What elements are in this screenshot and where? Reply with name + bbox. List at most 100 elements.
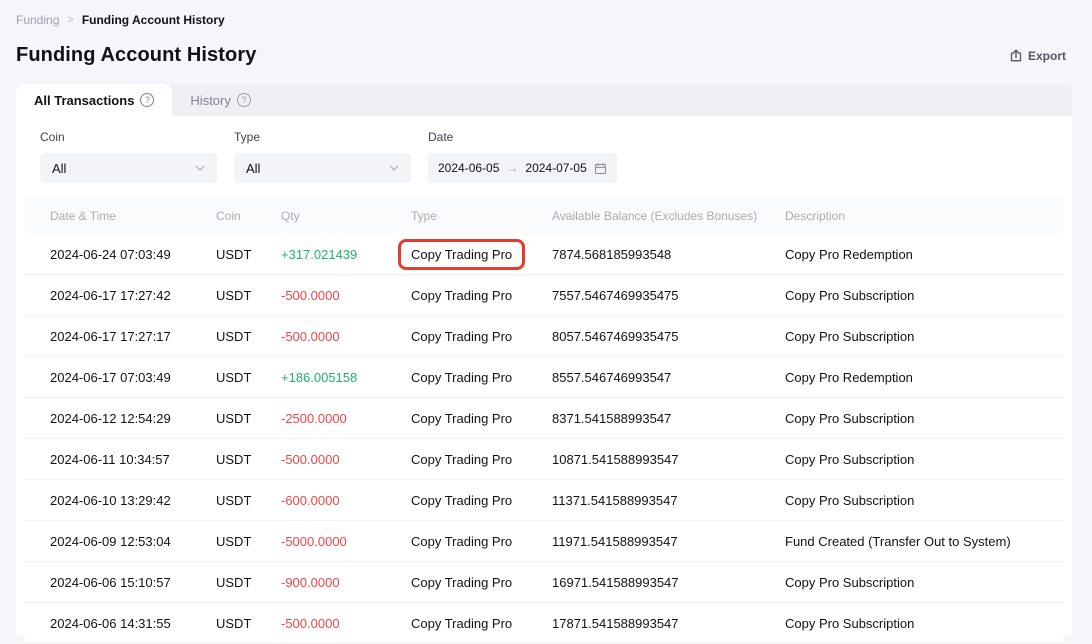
arrow-right-icon: → xyxy=(506,161,518,175)
cell-datetime: 2024-06-17 07:03:49 xyxy=(50,370,216,385)
breadcrumb-funding-link[interactable]: Funding xyxy=(16,13,59,27)
cell-qty: -600.0000 xyxy=(281,493,411,508)
cell-type: Copy Trading Pro xyxy=(411,370,552,385)
cell-description: Copy Pro Redemption xyxy=(785,247,1064,262)
cell-description: Copy Pro Subscription xyxy=(785,452,1064,467)
transactions-table: Date & TimeCoinQtyTypeAvailable Balance … xyxy=(24,197,1064,644)
cell-qty: -500.0000 xyxy=(281,288,411,303)
table-row: 2024-06-06 15:10:57 USDT -900.0000 Copy … xyxy=(24,562,1064,603)
table-row: 2024-06-17 17:27:42 USDT -500.0000 Copy … xyxy=(24,275,1064,316)
cell-qty: -500.0000 xyxy=(281,452,411,467)
cell-type: Copy Trading Pro xyxy=(411,616,552,631)
coin-select[interactable]: All xyxy=(40,153,217,183)
cell-datetime: 2024-06-24 07:03:49 xyxy=(50,247,216,262)
date-start-value: 2024-06-05 xyxy=(438,161,499,175)
table-row: 2024-06-24 07:03:49 USDT +317.021439 Cop… xyxy=(24,234,1064,275)
cell-balance: 8557.546746993547 xyxy=(552,370,785,385)
type-value: Copy Trading Pro xyxy=(411,329,512,344)
cell-coin: USDT xyxy=(216,575,281,590)
table-header-row: Date & TimeCoinQtyTypeAvailable Balance … xyxy=(24,197,1064,234)
tab-history[interactable]: History xyxy=(172,84,268,116)
cell-description: Copy Pro Redemption xyxy=(785,370,1064,385)
type-value: Copy Trading Pro xyxy=(411,288,512,303)
content-card: All Transactions History Coin All Type xyxy=(16,84,1072,635)
export-label: Export xyxy=(1028,49,1066,63)
cell-balance: 11971.541588993547 xyxy=(552,534,785,549)
cell-balance: 11371.541588993547 xyxy=(552,493,785,508)
coin-filter-label: Coin xyxy=(40,130,217,144)
date-end-value: 2024-07-05 xyxy=(525,161,586,175)
cell-type: Copy Trading Pro xyxy=(411,239,552,270)
cell-balance: 7874.568185993548 xyxy=(552,247,785,262)
cell-type: Copy Trading Pro xyxy=(411,329,552,344)
cell-qty: -2500.0000 xyxy=(281,411,411,426)
cell-qty: +317.021439 xyxy=(281,247,411,262)
help-icon[interactable] xyxy=(140,93,154,107)
card-body: Coin All Type All Date xyxy=(16,116,1072,635)
column-header: Description xyxy=(785,209,1064,223)
type-select-value: All xyxy=(246,161,260,176)
cell-type: Copy Trading Pro xyxy=(411,411,552,426)
filters-row: Coin All Type All Date xyxy=(16,116,1072,183)
type-value: Copy Trading Pro xyxy=(411,575,512,590)
tab-bar: All Transactions History xyxy=(16,84,1072,116)
type-value: Copy Trading Pro xyxy=(411,411,512,426)
type-filter-label: Type xyxy=(234,130,411,144)
help-icon[interactable] xyxy=(237,93,251,107)
cell-description: Copy Pro Subscription xyxy=(785,616,1064,631)
cell-datetime: 2024-06-17 17:27:17 xyxy=(50,329,216,344)
table-row: 2024-06-09 12:53:04 USDT -5000.0000 Copy… xyxy=(24,521,1064,562)
cell-datetime: 2024-06-12 12:54:29 xyxy=(50,411,216,426)
cell-balance: 16971.541588993547 xyxy=(552,575,785,590)
page-title: Funding Account History xyxy=(16,44,256,67)
cell-qty: -900.0000 xyxy=(281,575,411,590)
cell-coin: USDT xyxy=(216,616,281,631)
column-header: Qty xyxy=(281,209,411,223)
date-filter-label: Date xyxy=(428,130,617,144)
type-select[interactable]: All xyxy=(234,153,411,183)
cell-balance: 8057.5467469935475 xyxy=(552,329,785,344)
table-row: 2024-06-17 17:27:17 USDT -500.0000 Copy … xyxy=(24,316,1064,357)
cell-type: Copy Trading Pro xyxy=(411,288,552,303)
cell-coin: USDT xyxy=(216,452,281,467)
type-value: Copy Trading Pro xyxy=(411,616,512,631)
cell-balance: 7557.5467469935475 xyxy=(552,288,785,303)
cell-coin: USDT xyxy=(216,493,281,508)
calendar-icon xyxy=(594,162,607,175)
type-value-highlight-box: Copy Trading Pro xyxy=(398,239,525,270)
cell-datetime: 2024-06-06 14:31:55 xyxy=(50,616,216,631)
cell-description: Fund Created (Transfer Out to System) xyxy=(785,534,1064,549)
date-range-picker[interactable]: 2024-06-05 → 2024-07-05 xyxy=(428,153,617,183)
export-icon xyxy=(1009,49,1023,63)
cell-datetime: 2024-06-10 13:29:42 xyxy=(50,493,216,508)
cell-balance: 10871.541588993547 xyxy=(552,452,785,467)
coin-select-value: All xyxy=(52,161,66,176)
cell-coin: USDT xyxy=(216,247,281,262)
cell-datetime: 2024-06-11 10:34:57 xyxy=(50,452,216,467)
cell-datetime: 2024-06-06 15:10:57 xyxy=(50,575,216,590)
cell-description: Copy Pro Subscription xyxy=(785,575,1064,590)
cell-qty: -500.0000 xyxy=(281,616,411,631)
export-button[interactable]: Export xyxy=(1009,49,1066,63)
cell-qty: -500.0000 xyxy=(281,329,411,344)
type-filter: Type All xyxy=(234,130,411,183)
type-value: Copy Trading Pro xyxy=(411,452,512,467)
cell-coin: USDT xyxy=(216,534,281,549)
cell-coin: USDT xyxy=(216,288,281,303)
cell-datetime: 2024-06-17 17:27:42 xyxy=(50,288,216,303)
coin-filter: Coin All xyxy=(40,130,217,183)
tab-all-transactions[interactable]: All Transactions xyxy=(16,84,172,116)
chevron-down-icon xyxy=(389,165,399,171)
column-header: Available Balance (Excludes Bonuses) xyxy=(552,209,785,223)
cell-description: Copy Pro Subscription xyxy=(785,411,1064,426)
cell-qty: +186.005158 xyxy=(281,370,411,385)
cell-type: Copy Trading Pro xyxy=(411,534,552,549)
cell-coin: USDT xyxy=(216,329,281,344)
cell-description: Copy Pro Subscription xyxy=(785,493,1064,508)
table-row: 2024-06-06 14:31:55 USDT -500.0000 Copy … xyxy=(24,603,1064,644)
cell-balance: 8371.541588993547 xyxy=(552,411,785,426)
table-row: 2024-06-10 13:29:42 USDT -600.0000 Copy … xyxy=(24,480,1064,521)
type-value: Copy Trading Pro xyxy=(411,370,512,385)
cell-coin: USDT xyxy=(216,370,281,385)
breadcrumb-current: Funding Account History xyxy=(82,13,225,27)
